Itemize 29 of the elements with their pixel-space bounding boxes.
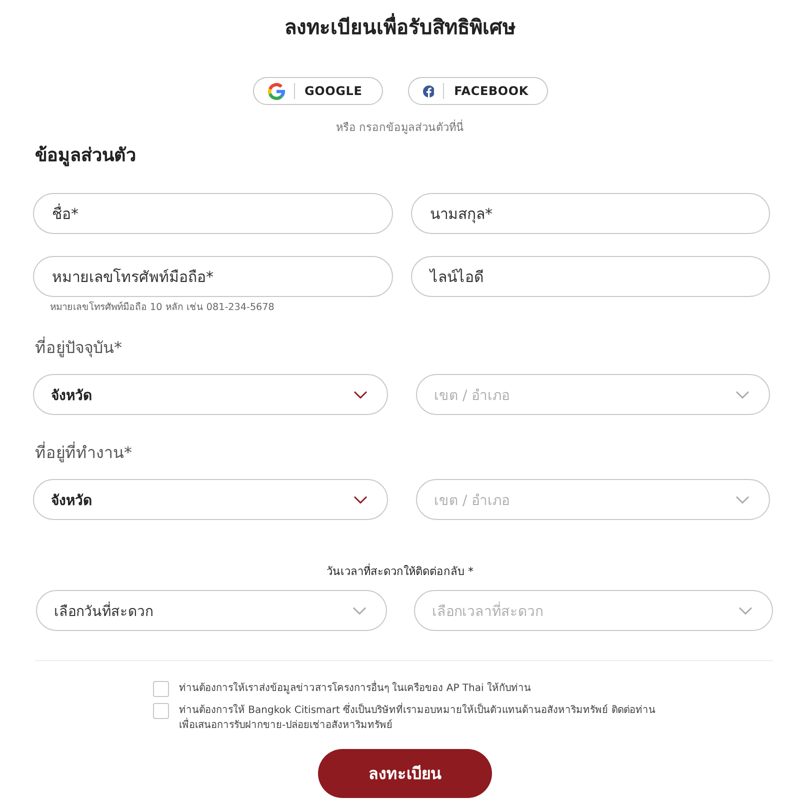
- google-logo-icon: [268, 82, 284, 100]
- chevron-down-icon: [736, 390, 749, 398]
- checkbox[interactable]: [153, 681, 169, 697]
- divider-text: หรือ กรอกข้อมูลส่วนตัวที่นี่: [334, 121, 466, 135]
- field-label: ที่อยู่ที่ทำงาน*: [34, 442, 133, 464]
- facebook-login-button[interactable]: FACEBOOK: [408, 77, 548, 105]
- chevron-down-icon: [354, 390, 367, 398]
- register-button[interactable]: ลงทะเบียน: [318, 749, 492, 798]
- dropdown[interactable]: จังหวัด: [33, 374, 388, 415]
- input-field[interactable]: หมายเลขโทรศัพท์มือถือ*: [33, 256, 393, 297]
- page-title: ลงทะเบียนเพื่อรับสิทธิพิเศษ: [284, 12, 516, 41]
- input-field[interactable]: นามสกุล*: [411, 193, 770, 234]
- checkbox[interactable]: [153, 703, 169, 719]
- chevron-down-icon: [353, 606, 366, 614]
- consent-text: ท่านต้องการให้เราส่งข้อมูลข่าวสารโครงการอื่นๆ ในเครือของ AP Thai ให้กับท่าน: [179, 681, 531, 696]
- input-field[interactable]: ชื่อ*: [33, 193, 393, 234]
- section-heading: ข้อมูลส่วนตัว: [34, 145, 137, 167]
- dropdown[interactable]: เลือกวันที่สะดวก: [36, 590, 387, 631]
- input-field[interactable]: ไลน์ไอดี: [411, 256, 770, 297]
- chevron-down-icon: [736, 496, 749, 504]
- chevron-down-icon: [739, 606, 752, 614]
- field-label: วันเวลาที่สะดวกให้ติดต่อกลับ *: [326, 565, 474, 579]
- field-label: ที่อยู่ปัจจุบัน*: [34, 337, 123, 359]
- facebook-logo-icon: [422, 82, 434, 100]
- chevron-down-icon: [354, 496, 367, 504]
- field-hint: หมายเลขโทรศัพท์มือถือ 10 หลัก เช่น 081-234-5678: [49, 301, 276, 315]
- dropdown[interactable]: จังหวัด: [33, 479, 388, 520]
- google-login-button[interactable]: GOOGLE: [252, 77, 382, 105]
- consent-text: ท่านต้องการให้ Bangkok Citismart ซึ่งเป็นบริษัทที่เรามอบหมายให้เป็นตัวแทนด้านอสังหาริมทรัพย์ ติดต่อท่านเพื่อเสนอการรับฝากขาย-ปล่อยเช่าอสังหาริมทรัพย์: [179, 703, 668, 733]
